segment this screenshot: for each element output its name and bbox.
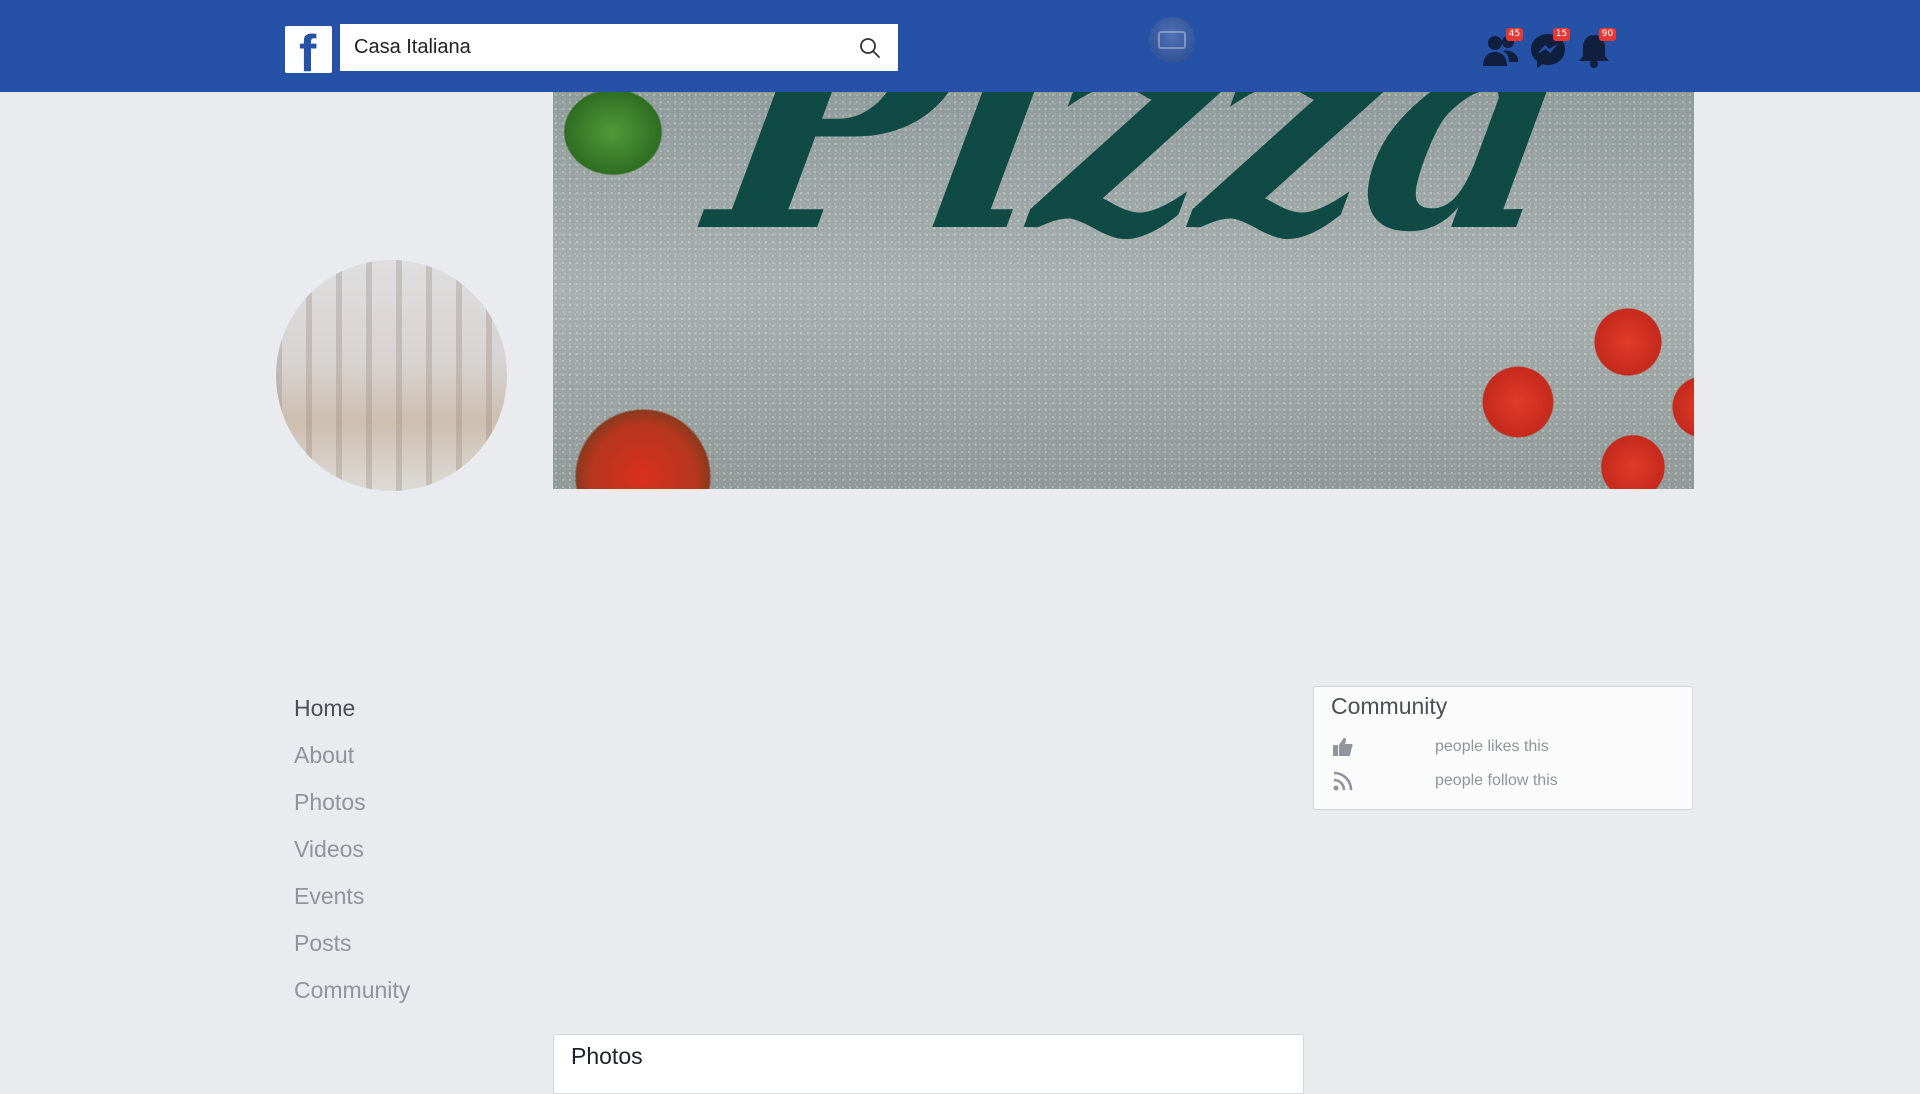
- community-title: Community: [1331, 693, 1448, 719]
- sidebar-item-videos[interactable]: Videos: [294, 834, 410, 881]
- sidebar-item-about[interactable]: About: [294, 740, 410, 787]
- rss-icon: [1333, 771, 1353, 791]
- photos-title: Photos: [571, 1043, 643, 1069]
- community-card: Community people likes this people follo…: [1313, 686, 1693, 810]
- messenger-button[interactable]: 15: [1528, 28, 1570, 70]
- profile-picture[interactable]: [276, 260, 507, 491]
- facebook-logo-letter: f: [299, 26, 317, 73]
- search-icon[interactable]: [858, 36, 882, 60]
- community-follow-row: people follow this: [1332, 770, 1672, 794]
- notifications-button[interactable]: 90: [1574, 28, 1616, 70]
- facebook-logo[interactable]: f: [285, 26, 332, 73]
- sidebar-item-posts[interactable]: Posts: [294, 928, 410, 975]
- photos-card: Photos: [553, 1034, 1304, 1094]
- cover-pizza-lettering: Pizza: [691, 92, 1589, 298]
- sidebar-item-community[interactable]: Community: [294, 975, 410, 1022]
- search-input[interactable]: [340, 24, 898, 71]
- thumbs-up-icon: [1333, 737, 1353, 756]
- community-follow-text: people follow this: [1435, 772, 1558, 789]
- cover-photo: Pizza: [553, 92, 1694, 489]
- sidebar-item-photos[interactable]: Photos: [294, 787, 410, 834]
- notifications-badge: 90: [1599, 28, 1616, 41]
- sidebar-item-home[interactable]: Home: [294, 693, 410, 740]
- community-likes-text: people likes this: [1435, 738, 1549, 755]
- community-likes-row: people likes this: [1332, 736, 1672, 760]
- sidebar-item-events[interactable]: Events: [294, 881, 410, 928]
- friends-button[interactable]: 45: [1481, 28, 1523, 70]
- top-navigation-bar: f 45 15 90: [0, 0, 1920, 92]
- friends-badge: 45: [1506, 28, 1523, 41]
- page-sidebar-nav: Home About Photos Videos Events Posts Co…: [294, 693, 410, 1022]
- user-avatar[interactable]: [1149, 17, 1195, 63]
- messages-badge: 15: [1553, 28, 1570, 41]
